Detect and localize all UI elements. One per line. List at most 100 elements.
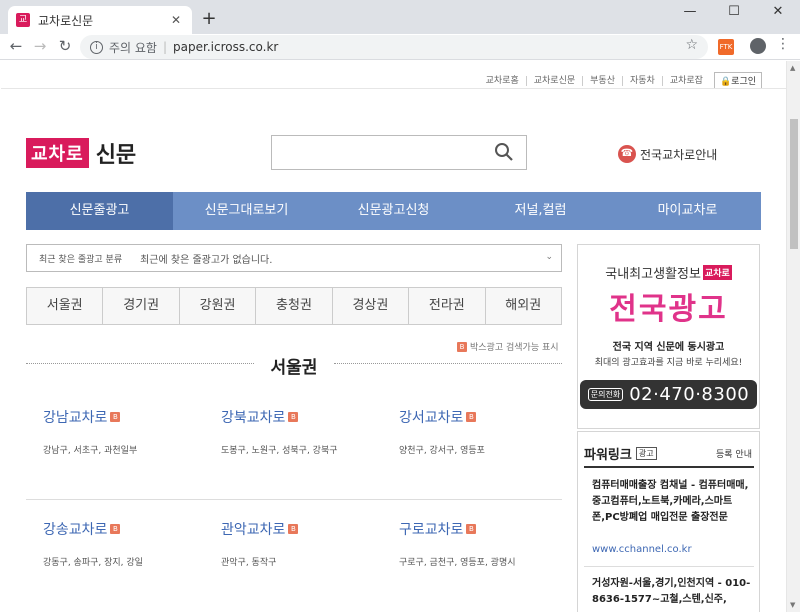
nav-item-journal[interactable]: 저널,컬럼 [467,192,614,230]
tab-gyeongsang[interactable]: 경상권 [331,288,408,324]
box-ad-badge-icon: B [288,524,299,534]
section-title: 서울권 [270,358,318,378]
maximize-icon[interactable]: ☐ [712,0,756,24]
box-ad-note: B 박스광고 검색가능 표시 [457,340,559,353]
box-ad-badge-icon: B [110,524,121,534]
paper-areas: 도봉구, 노원구, 성북구, 강북구 [221,446,338,456]
box-ad-badge-icon: B [466,412,477,422]
paper-areas: 관악구, 동작구 [221,558,277,568]
util-link-realestate[interactable]: 부동산 [582,75,622,86]
power-link-box: 파워링크 광고 등록 안내 컴퓨터매매출장 컴채널 - 컴퓨터매매,중고컴퓨터,… [577,431,760,612]
nav-item-paper-view[interactable]: 신문그대로보기 [173,192,320,230]
paper-name-link[interactable]: 강북교차로 [221,407,285,427]
dotted-line [334,363,562,364]
utility-nav: 교차로홈 교차로신문 부동산 자동차 교차로잡 🔒로그인 [479,72,762,89]
address-bar[interactable]: i 주의 요함 | paper.icross.co.kr ☆ [80,35,708,59]
divider [1,88,786,89]
paper-name-link[interactable]: 강남교차로 [43,407,107,427]
ad-phone-box: 문의전화 02·470·8300 [579,380,758,409]
logo-box: 교차로 [26,138,89,168]
power-link-title: 파워링크 [584,447,632,463]
paper-card[interactable]: 강남교차로 B 강남구, 서초구, 과천일부 [43,407,213,456]
box-ad-badge-icon: B [110,412,121,422]
tab-gangwon[interactable]: 강원권 [178,288,255,324]
nationwide-guide-link[interactable]: ☎ 전국교차로안내 [618,145,717,163]
paper-card[interactable]: 관악교차로 B 관악구, 동작구 [221,519,391,568]
site-favicon-icon: 교 [16,13,30,27]
window-close-icon[interactable]: ✕ [756,0,800,24]
ad-phone-label: 문의전화 [587,388,624,401]
ad-tag: 광고 [635,446,657,460]
back-icon[interactable]: ← [6,36,26,56]
util-link-car[interactable]: 자동차 [621,75,662,86]
scroll-up-icon[interactable]: ▲ [790,64,795,72]
paper-card[interactable]: 강송교차로 B 강동구, 송파구, 장지, 강일 [43,519,213,568]
power-link-url[interactable]: www.cchannel.co.kr [592,544,692,555]
paper-areas: 양천구, 강서구, 영등포 [399,446,485,456]
tab-overseas[interactable]: 해외권 [484,288,561,324]
menu-kebab-icon[interactable]: ⋮ [776,36,790,52]
nationwide-ad-banner[interactable]: 국내최고생활정보 교차로 전국광고 전국 지역 신문에 동시광고 최대의 광고효과… [577,244,760,429]
tab-gyeonggi[interactable]: 경기권 [102,288,178,324]
ad-top-text: 국내최고생활정보 [605,267,701,282]
tab-chungcheong[interactable]: 충청권 [255,288,331,324]
scroll-down-icon[interactable]: ▼ [790,601,795,609]
bookmark-star-icon[interactable]: ☆ [685,37,698,53]
browser-toolbar: ← → ↻ i 주의 요함 | paper.icross.co.kr ☆ FTK… [0,34,800,60]
forward-icon[interactable]: → [30,36,50,56]
util-link-job[interactable]: 교차로잡 [661,75,710,86]
paper-name-link[interactable]: 강서교차로 [399,407,463,427]
paper-card[interactable]: 구로교차로 B 구로구, 금천구, 영등포, 광명시 [399,519,569,568]
util-link-home[interactable]: 교차로홈 [479,76,526,86]
chevron-down-icon[interactable]: ⌄ [545,252,553,262]
site-logo[interactable]: 교차로 신문 [26,137,136,169]
search-input[interactable] [271,135,527,170]
close-icon[interactable]: ✕ [168,13,184,27]
power-link-header: 파워링크 광고 등록 안내 [584,440,754,468]
browser-tab[interactable]: 교 교차로신문 ✕ [8,6,192,34]
region-tabs: 서울권 경기권 강원권 충청권 경상권 전라권 해외권 [26,287,562,325]
power-link-item[interactable]: 컴퓨터매매출장 컴채널 - 컴퓨터매매,중고컴퓨터,노트북,카메라,스마트폰,P… [592,478,752,526]
row-divider [26,499,562,500]
separator: | [162,40,168,54]
paper-areas: 구로구, 금천구, 영등포, 광명시 [399,558,516,568]
nav-item-my[interactable]: 마이교차로 [614,192,761,230]
extension-icon[interactable]: FTK [718,39,734,55]
info-icon[interactable]: i [90,40,103,54]
account-icon[interactable] [750,38,766,54]
login-button[interactable]: 🔒로그인 [713,72,762,89]
section-heading: 서울권 [26,353,562,378]
paper-card[interactable]: 강서교차로 B 양천구, 강서구, 영등포 [399,407,569,456]
box-ad-badge-icon: B [288,412,299,422]
paper-name-link[interactable]: 구로교차로 [399,519,463,539]
divider [584,566,754,567]
call-label: 전국교차로안내 [640,147,718,162]
paper-name-link[interactable]: 관악교차로 [221,519,285,539]
tab-jeolla[interactable]: 전라권 [408,288,484,324]
recent-category-dropdown[interactable]: 최근 찾은 줄광고 분류 최근에 찾은 줄광고가 없습니다. ⌄ [26,244,562,272]
ad-phone-number: 02·470·8300 [629,384,750,405]
box-ad-note-text: 박스광고 검색가능 표시 [470,343,559,353]
main-nav: 신문줄광고 신문그대로보기 신문광고신청 저널,컬럼 마이교차로 [26,192,761,230]
ad-headline: 전국광고 [609,292,728,327]
nav-item-ad-request[interactable]: 신문광고신청 [320,192,467,230]
new-tab-button[interactable]: + [198,8,220,30]
paper-name-link[interactable]: 강송교차로 [43,519,107,539]
tab-seoul[interactable]: 서울권 [27,288,102,324]
scrollbar[interactable]: ▲ ▼ [786,61,800,612]
search-icon[interactable] [494,142,514,162]
box-ad-badge-icon: B [466,524,477,534]
ad-line-1: 전국 지역 신문에 동시광고 [612,342,725,353]
nav-item-line-ads[interactable]: 신문줄광고 [26,192,173,230]
minimize-icon[interactable]: — [668,0,712,24]
reload-icon[interactable]: ↻ [55,36,75,56]
util-link-paper[interactable]: 교차로신문 [525,75,582,86]
power-link-item[interactable]: 거성자원-서울,경기,인천지역 - 010-8636-1577~고철,스텐,신주… [592,576,752,608]
logo-text: 신문 [95,143,137,168]
scroll-thumb[interactable] [790,119,798,249]
url-text[interactable]: paper.icross.co.kr [173,40,278,54]
phone-icon: ☎ [618,145,636,163]
paper-card[interactable]: 강북교차로 B 도봉구, 노원구, 성북구, 강북구 [221,407,391,456]
box-ad-badge-icon: B [457,341,467,352]
register-link[interactable]: 등록 안내 [716,447,752,460]
